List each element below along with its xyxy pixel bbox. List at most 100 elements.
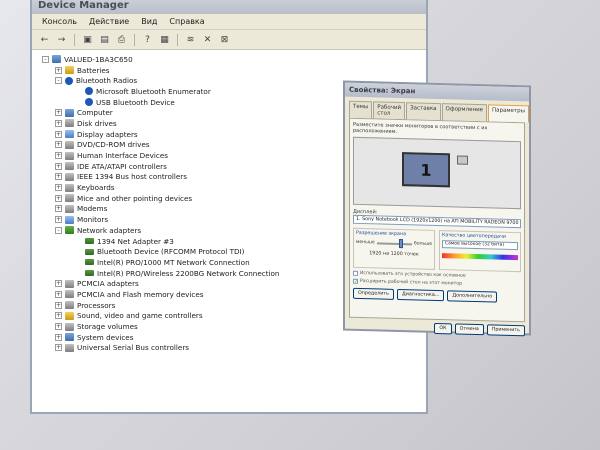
tree-node-label: Bluetooth Radios (76, 76, 138, 86)
ok-button[interactable]: ОК (434, 322, 452, 335)
resolution-title: Разрешение экрана (356, 230, 407, 238)
tree-node-label: Intel(R) PRO/Wireless 2200BG Network Con… (97, 268, 280, 278)
menu-help[interactable]: Справка (169, 17, 204, 26)
expand-icon[interactable]: + (55, 301, 62, 309)
scan-icon[interactable]: ▦ (158, 33, 171, 46)
troubleshoot-button[interactable]: Диагностика... (396, 288, 445, 302)
gray-device-icon (65, 279, 74, 288)
blue-device-icon (65, 215, 74, 224)
yellow-device-icon (65, 66, 74, 75)
collapse-icon[interactable]: - (42, 55, 49, 63)
expand-icon[interactable]: + (55, 184, 62, 192)
expand-icon[interactable]: + (55, 290, 62, 298)
gray-device-icon (65, 172, 74, 181)
device-manager-titlebar[interactable]: Device Manager (32, 0, 426, 14)
menu-action[interactable]: Действие (89, 17, 129, 26)
back-arrow-icon[interactable]: ← (38, 33, 51, 46)
expand-icon[interactable]: + (55, 333, 62, 341)
expand-icon[interactable]: + (55, 130, 62, 138)
expand-icon[interactable]: + (55, 280, 62, 288)
tab-desktop[interactable]: Рабочий стол (373, 101, 406, 120)
quality-title: Качество цветопередачи (442, 233, 506, 240)
tab-settings[interactable]: Параметры (488, 104, 529, 123)
cancel-button[interactable]: Отмена (454, 323, 484, 336)
gray-device-icon (65, 343, 74, 352)
tree-node-label: Human Interface Devices (77, 151, 168, 161)
advanced-button[interactable]: Дополнительно (447, 290, 498, 303)
gray-device-icon (65, 140, 74, 149)
expand-icon[interactable]: + (55, 323, 62, 331)
tree-node-label: Batteries (77, 65, 110, 75)
color-quality-select[interactable]: Самое высокое (32 бита) (442, 240, 518, 251)
tree-node-label: Modems (77, 204, 108, 214)
net-device-icon (85, 248, 94, 255)
update-driver-icon[interactable]: ≋ (184, 33, 197, 46)
apply-button[interactable]: Применить (486, 324, 525, 337)
tab-themes[interactable]: Темы (349, 100, 373, 119)
tree-icon[interactable]: ▤ (98, 33, 111, 46)
menu-view[interactable]: Вид (141, 17, 157, 26)
slider-min-label: меньше (356, 239, 375, 246)
expand-icon[interactable]: + (55, 173, 62, 181)
green-device-icon (65, 226, 74, 235)
monitor-arrangement: 1 (353, 136, 521, 210)
monitor-2-icon[interactable] (457, 155, 468, 165)
extend-desktop-option[interactable]: Расширить рабочий стол на этот монитор (353, 278, 521, 288)
tree-node-label: Display adapters (77, 129, 138, 139)
primary-device-label: Использовать это устройство как основное (360, 270, 466, 279)
toolbar-separator (74, 33, 75, 46)
tree-node-label: Computer (77, 108, 113, 118)
monitor-instruction: Разместите значки мониторов в соответств… (353, 121, 488, 135)
monitor-1-icon[interactable]: 1 (402, 152, 450, 188)
resolution-slider[interactable] (376, 238, 413, 248)
expand-icon[interactable]: + (55, 216, 62, 224)
gray-device-icon (65, 151, 74, 160)
expand-icon[interactable]: + (55, 344, 62, 352)
tab-screensaver[interactable]: Заставка (406, 102, 441, 121)
resolution-slider-row: меньше больше (356, 238, 432, 248)
tree-node-label: Storage volumes (77, 322, 138, 332)
net-device-icon (85, 270, 94, 277)
tree-node[interactable]: + Batteries (42, 65, 426, 76)
computer-device-icon (65, 108, 74, 117)
tree-node[interactable]: + Universal Serial Bus controllers (42, 343, 426, 354)
expand-icon[interactable]: + (55, 119, 62, 127)
disable-icon[interactable]: ✕ (201, 33, 214, 46)
uninstall-icon[interactable]: ⊠ (218, 33, 231, 46)
help-icon[interactable]: ? (141, 33, 154, 46)
tree-node-label: Sound, video and game controllers (77, 311, 203, 321)
extend-desktop-checkbox[interactable] (353, 278, 358, 284)
slider-thumb[interactable] (398, 238, 403, 248)
settings-groups: Разрешение экрана меньше больше 1920 на … (353, 227, 521, 273)
resolution-group: Разрешение экрана меньше больше 1920 на … (353, 227, 435, 270)
expand-icon[interactable]: + (55, 109, 62, 117)
tree-node-label: System devices (77, 332, 134, 342)
properties-icon[interactable]: ▣ (81, 33, 94, 46)
display-properties-dialog: Свойства: Экран Темы Рабочий стол Застав… (343, 80, 531, 337)
tree-node-label: Microsoft Bluetooth Enumerator (96, 86, 211, 96)
menu-console[interactable]: Консоль (42, 17, 77, 26)
collapse-icon[interactable]: - (55, 226, 62, 234)
print-icon[interactable]: ⎙ (115, 33, 128, 46)
forward-arrow-icon[interactable]: → (55, 33, 68, 46)
gray-device-icon (65, 322, 74, 331)
settings-panel: Разместите значки мониторов в соответств… (349, 117, 525, 323)
primary-device-checkbox[interactable] (353, 270, 358, 276)
expand-icon[interactable]: + (55, 66, 62, 74)
expand-icon[interactable]: + (55, 141, 62, 149)
monitor-1-number: 1 (420, 160, 432, 180)
tree-node[interactable]: - VALUED-1BA3C650 (42, 54, 426, 65)
expand-icon[interactable]: + (55, 152, 62, 160)
tree-node-label: Mice and other pointing devices (77, 193, 193, 203)
expand-icon[interactable]: + (55, 312, 62, 320)
expand-icon[interactable]: + (55, 194, 62, 202)
identify-button[interactable]: Определить (353, 287, 394, 300)
collapse-icon[interactable]: - (55, 77, 62, 85)
color-spectrum-bar (442, 253, 518, 261)
panel-buttons: Определить Диагностика... Дополнительно (353, 287, 521, 303)
tree-node-label: Network adapters (77, 225, 142, 235)
tab-appearance[interactable]: Оформление (441, 103, 488, 122)
expand-icon[interactable]: + (55, 162, 62, 170)
gray-device-icon (65, 194, 74, 203)
expand-icon[interactable]: + (55, 205, 62, 213)
